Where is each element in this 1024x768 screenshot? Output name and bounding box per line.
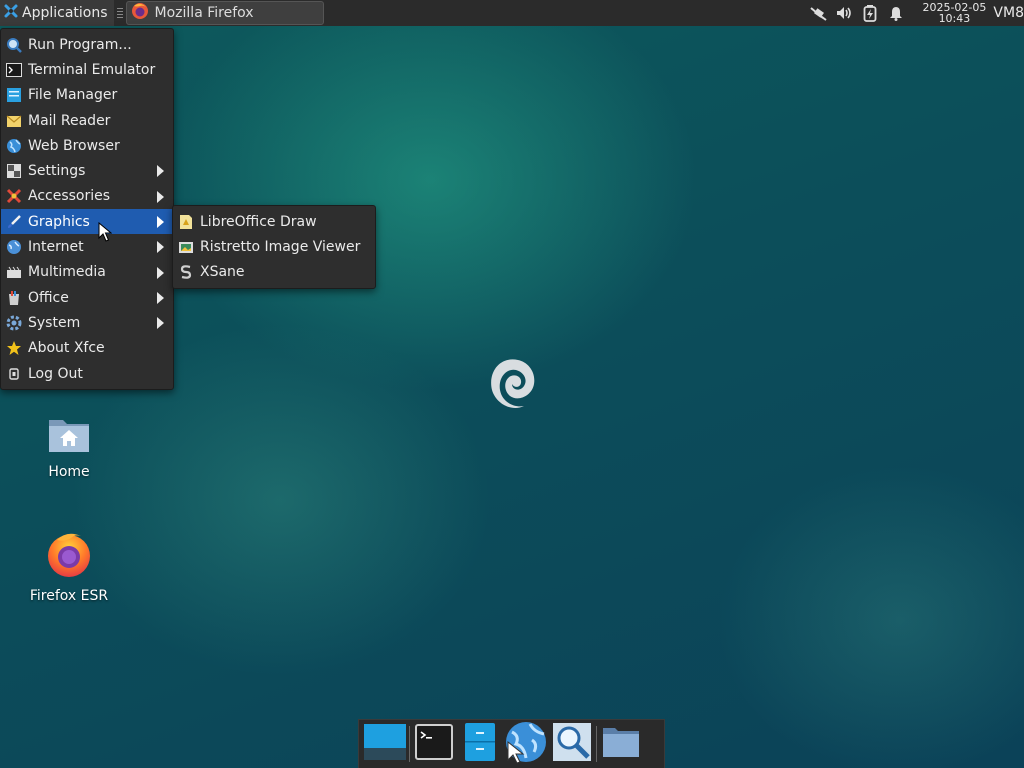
submenu-item-label: LibreOffice Draw (200, 213, 317, 230)
menu-item-log-out[interactable]: Log Out (1, 361, 173, 386)
submenu-arrow-icon (157, 291, 164, 304)
menu-item-terminal-emulator[interactable]: Terminal Emulator (1, 57, 173, 82)
menu-item-label: Office (28, 289, 69, 306)
web-browser-icon (6, 138, 22, 154)
network-disconnected-icon[interactable] (805, 0, 831, 26)
menu-item-file-manager[interactable]: File Manager (1, 83, 173, 108)
desktop-home-icon[interactable]: Home (19, 414, 119, 480)
menu-item-internet[interactable]: Internet (1, 234, 173, 259)
menu-item-accessories[interactable]: Accessories (1, 184, 173, 209)
submenu-item-xsane[interactable]: XSane (173, 260, 375, 285)
submenu-arrow-icon (157, 241, 164, 254)
app-finder-icon (552, 722, 592, 766)
firefox-label: Firefox ESR (29, 588, 109, 604)
applications-label: Applications (22, 5, 108, 21)
terminal-icon (415, 724, 453, 764)
menu-item-label: Run Program... (28, 36, 132, 53)
home-folder-icon (19, 414, 119, 458)
run-program-icon (6, 37, 22, 53)
menu-item-label: Multimedia (28, 264, 106, 281)
submenu-arrow-icon (157, 216, 164, 229)
debian-swirl-logo (484, 352, 540, 420)
libreoffice-draw-icon (178, 214, 194, 230)
xsane-icon (178, 264, 194, 280)
firefox-esr-icon (19, 530, 119, 582)
dock-web-browser[interactable] (503, 721, 549, 767)
internet-icon (6, 239, 22, 255)
dock-show-desktop[interactable] (362, 721, 408, 767)
menu-item-run-program[interactable]: Run Program... (1, 32, 173, 57)
dock-app-finder[interactable] (549, 721, 595, 767)
menu-item-multimedia[interactable]: Multimedia (1, 260, 173, 285)
taskbar-firefox-window[interactable]: Mozilla Firefox (125, 1, 324, 25)
volume-icon[interactable] (831, 0, 857, 26)
menu-item-office[interactable]: Office (1, 285, 173, 310)
menu-item-mail-reader[interactable]: Mail Reader (1, 108, 173, 133)
battery-charging-icon[interactable] (857, 0, 883, 26)
menu-item-graphics[interactable]: Graphics (1, 209, 173, 235)
menu-item-label: Internet (28, 239, 84, 256)
folder-icon (602, 725, 640, 763)
menu-item-label: System (28, 314, 81, 331)
menu-item-label: Settings (28, 163, 86, 180)
multimedia-icon (6, 264, 22, 280)
bottom-dock (358, 719, 665, 768)
clock[interactable]: 2025-02-05 10:43 (919, 2, 989, 24)
top-panel: Applications Mozilla Firefox 2025-02-05 … (0, 0, 1024, 26)
dock-terminal[interactable] (411, 721, 457, 767)
mail-icon (6, 113, 22, 129)
firefox-icon (131, 2, 149, 24)
file-manager-icon (6, 87, 22, 103)
menu-item-label: Terminal Emulator (28, 61, 156, 78)
applications-menu: Run Program... Terminal Emulator File Ma… (0, 28, 174, 390)
submenu-item-label: Ristretto Image Viewer (200, 238, 361, 255)
mouse-pointer-icon (98, 221, 113, 246)
submenu-arrow-icon (157, 190, 164, 203)
dock-file-manager[interactable] (457, 721, 503, 767)
file-manager-icon (464, 722, 496, 766)
submenu-item-libreoffice-draw[interactable]: LibreOffice Draw (173, 209, 375, 234)
submenu-item-ristretto[interactable]: Ristretto Image Viewer (173, 234, 375, 259)
home-label: Home (48, 464, 90, 480)
menu-item-web-browser[interactable]: Web Browser (1, 133, 173, 158)
dock-separator (596, 726, 597, 762)
system-tray: 2025-02-05 10:43 VM8 (805, 0, 1024, 26)
star-icon (6, 340, 22, 356)
submenu-arrow-icon (157, 266, 164, 279)
menu-item-label: Log Out (28, 365, 83, 382)
applications-menu-button[interactable]: Applications (0, 0, 114, 26)
logout-icon (6, 366, 22, 382)
vm-label: VM8 (993, 5, 1024, 21)
menu-item-label: Mail Reader (28, 112, 111, 129)
menu-item-settings[interactable]: Settings (1, 158, 173, 183)
menu-item-label: Web Browser (28, 137, 120, 154)
desktop-firefox-icon[interactable]: Firefox ESR (19, 530, 119, 604)
web-browser-icon (504, 720, 548, 768)
settings-icon (6, 163, 22, 179)
submenu-arrow-icon (157, 165, 164, 178)
task-window-title: Mozilla Firefox (154, 5, 254, 21)
dock-folder[interactable] (598, 721, 644, 767)
show-desktop-icon (364, 722, 406, 766)
panel-handle[interactable] (116, 8, 123, 18)
notifications-bell-icon[interactable] (883, 0, 909, 26)
terminal-icon (6, 62, 22, 78)
submenu-item-label: XSane (200, 264, 245, 281)
menu-item-label: Graphics (28, 213, 90, 230)
xfce-logo-icon (3, 3, 19, 23)
image-viewer-icon (178, 239, 194, 255)
graphics-submenu: LibreOffice Draw Ristretto Image Viewer … (172, 205, 376, 289)
clock-time: 10:43 (938, 12, 971, 25)
menu-item-system[interactable]: System (1, 310, 173, 335)
menu-item-about-xfce[interactable]: About Xfce (1, 336, 173, 361)
accessories-icon (6, 188, 22, 204)
system-icon (6, 315, 22, 331)
menu-item-label: Accessories (28, 188, 111, 205)
office-icon (6, 290, 22, 306)
menu-item-label: About Xfce (28, 340, 105, 357)
graphics-icon (6, 214, 22, 230)
dock-separator (409, 726, 410, 762)
submenu-arrow-icon (157, 317, 164, 330)
menu-item-label: File Manager (28, 87, 118, 104)
